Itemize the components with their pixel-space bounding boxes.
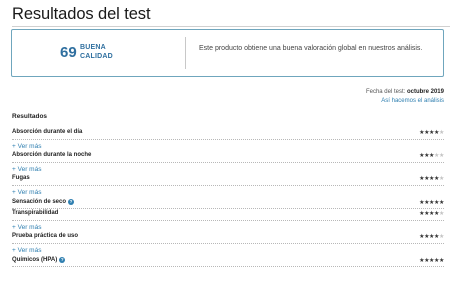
result-label: Sensación de seco? xyxy=(12,198,75,205)
star-rating: ★★★★★ xyxy=(419,152,444,159)
result-row: Prueba práctica de uso ★★★★★ xyxy=(12,232,444,244)
score-summary: Este producto obtiene una buena valoraci… xyxy=(199,45,423,52)
result-row: Absorción durante la noche ★★★★★ xyxy=(12,151,444,163)
result-label-text: Absorción durante la noche xyxy=(12,152,92,159)
star-rating: ★★★★★ xyxy=(419,257,444,264)
star-rating: ★★★★★ xyxy=(419,199,444,206)
see-more-link[interactable]: + Ver más xyxy=(12,140,444,152)
test-date-label: Fecha del test: xyxy=(365,89,406,95)
test-date-value: octubre 2019 xyxy=(406,89,444,95)
score-label-line2: CALIDAD xyxy=(80,53,113,60)
score-card: 69 BUENA CALIDAD Este producto obtiene u… xyxy=(11,29,444,77)
result-label: Transpirabilidad xyxy=(12,210,58,216)
results-list: Absorción durante el día ★★★★★ + Ver más Ab… xyxy=(12,128,444,268)
star-empty-icon: ★ xyxy=(439,153,444,160)
info-icon[interactable]: ? xyxy=(59,256,66,263)
result-label-text: Transpirabilidad xyxy=(12,210,59,217)
result-label: Absorción durante el día xyxy=(12,129,82,135)
star-filled-icon: ★ xyxy=(439,257,444,264)
score-label: BUENA CALIDAD xyxy=(80,43,113,61)
result-label: Prueba práctica de uso xyxy=(12,233,78,239)
star-rating: ★★★★★ xyxy=(419,233,444,240)
see-more-link[interactable]: + Ver más xyxy=(12,186,444,198)
title-divider xyxy=(12,26,450,27)
result-label: Fugas xyxy=(12,175,30,181)
star-empty-icon: ★ xyxy=(439,176,444,183)
star-filled-icon: ★ xyxy=(439,199,444,206)
star-empty-icon: ★ xyxy=(439,211,444,218)
score-number: 69 xyxy=(60,44,77,61)
info-icon[interactable]: ? xyxy=(68,198,75,205)
star-empty-icon: ★ xyxy=(439,130,444,136)
result-label-text: Prueba práctica de uso xyxy=(12,233,79,240)
see-more-link[interactable]: + Ver más xyxy=(12,244,444,256)
result-row: Fugas ★★★★★ xyxy=(12,174,444,186)
star-rating: ★★★★★ xyxy=(419,210,444,217)
result-row: Transpirabilidad ★★★★★ xyxy=(12,209,444,221)
result-row: Sensación de seco? ★★★★★ xyxy=(12,198,444,210)
result-label: Químicos (HPA)? xyxy=(12,256,66,263)
star-rating: ★★★★★ xyxy=(419,129,444,136)
star-empty-icon: ★ xyxy=(439,234,444,241)
score-divider xyxy=(185,37,186,69)
see-more-link[interactable]: + Ver más xyxy=(12,163,444,175)
see-more-link[interactable]: + Ver más xyxy=(12,221,444,233)
result-label-text: Sensación de seco xyxy=(12,198,67,205)
result-label-text: Absorción durante el día xyxy=(12,129,83,135)
result-label: Absorción durante la noche xyxy=(12,152,91,158)
result-row: Químicos (HPA)? ★★★★★ xyxy=(12,256,444,268)
star-rating: ★★★★★ xyxy=(419,175,444,182)
results-heading: Resultados xyxy=(12,113,48,120)
result-label-text: Químicos (HPA) xyxy=(12,256,58,263)
result-row: Absorción durante el día ★★★★★ xyxy=(12,128,444,140)
result-label-text: Fugas xyxy=(12,175,30,182)
score-label-line1: BUENA xyxy=(80,44,106,51)
test-date: Fecha del test: octubre 2019 xyxy=(366,89,444,95)
analysis-method-link[interactable]: Así hacemos el análisis xyxy=(381,98,444,104)
page-title: Resultados del test xyxy=(12,5,151,23)
